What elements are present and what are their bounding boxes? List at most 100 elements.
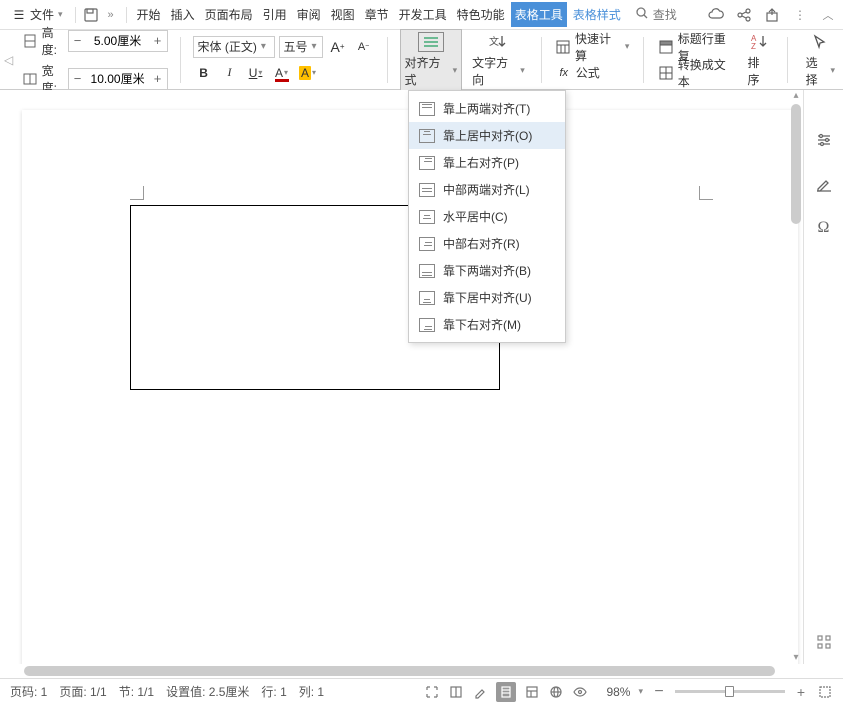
align-button[interactable]: 对齐方式▾: [400, 29, 463, 91]
save-icon[interactable]: [82, 6, 100, 24]
status-setting[interactable]: 设置值: 2.5厘米: [166, 683, 249, 700]
tab-pagelayout[interactable]: 页面布局: [201, 2, 257, 27]
align-bot-center[interactable]: 靠下居中对齐(U): [409, 284, 565, 311]
scroll-down-icon[interactable]: ▾: [791, 652, 801, 664]
cloud-icon[interactable]: [707, 6, 725, 24]
chevron-down-icon: ▾: [831, 65, 836, 76]
scroll-thumb-h[interactable]: [24, 666, 775, 676]
apps-icon[interactable]: [814, 632, 834, 652]
pencil-icon[interactable]: [814, 174, 834, 194]
chevron-down-icon: ▾: [520, 65, 525, 76]
status-pageno[interactable]: 页码: 1: [10, 683, 47, 700]
tab-insert[interactable]: 插入: [167, 2, 199, 27]
omega-icon[interactable]: Ω: [814, 218, 834, 238]
export-icon[interactable]: [763, 6, 781, 24]
chevron-up-icon[interactable]: ︿: [819, 6, 837, 24]
tab-view[interactable]: 视图: [327, 2, 359, 27]
readmode-icon[interactable]: [448, 684, 464, 700]
file-menu[interactable]: ☰ 文件 ▾: [6, 4, 69, 25]
web-icon[interactable]: [548, 684, 564, 700]
height-plus[interactable]: +: [149, 31, 167, 51]
outline-icon[interactable]: [524, 684, 540, 700]
header-repeat-button[interactable]: 标题行重复: [656, 36, 737, 58]
align-mid-center[interactable]: 水平居中(C): [409, 203, 565, 230]
pageview-icon[interactable]: [496, 682, 516, 702]
separator: [643, 37, 644, 83]
height-input[interactable]: [87, 34, 149, 48]
zoom-value[interactable]: 98%: [606, 685, 630, 699]
zoom-in-icon[interactable]: +: [793, 684, 809, 700]
font-name-combo[interactable]: 宋体 (正文)▾: [193, 36, 275, 58]
tab-reference[interactable]: 引用: [259, 2, 291, 27]
convert-text-button[interactable]: 转换成文本: [656, 62, 737, 84]
kebab-icon[interactable]: ⋮: [791, 6, 809, 24]
height-spinner[interactable]: − +: [68, 30, 168, 52]
fit-icon[interactable]: [817, 684, 833, 700]
tab-special[interactable]: 特色功能: [453, 2, 509, 27]
horizontal-scrollbar[interactable]: [10, 664, 789, 678]
zoom-thumb[interactable]: [725, 686, 734, 697]
zoom-out-icon[interactable]: −: [651, 684, 667, 700]
chevron-down-icon: ▾: [58, 9, 63, 20]
align-top-right[interactable]: 靠上右对齐(P): [409, 149, 565, 176]
tab-review[interactable]: 审阅: [293, 2, 325, 27]
bold-button[interactable]: B: [193, 62, 215, 84]
status-left: 页码: 1 页面: 1/1 节: 1/1 设置值: 2.5厘米 行: 1 列: …: [10, 683, 324, 700]
align-mid-justify[interactable]: 中部两端对齐(L): [409, 176, 565, 203]
tab-chapter[interactable]: 章节: [361, 2, 393, 27]
highlight-button[interactable]: A▾: [297, 62, 319, 84]
status-page[interactable]: 页面: 1/1: [59, 683, 106, 700]
eye-icon[interactable]: [572, 684, 588, 700]
chevron-down-icon[interactable]: ▾: [638, 686, 643, 697]
more-icon[interactable]: »: [102, 6, 120, 24]
height-minus[interactable]: −: [69, 31, 87, 51]
width-minus[interactable]: −: [69, 69, 87, 89]
edit-icon[interactable]: [472, 684, 488, 700]
scroll-up-icon[interactable]: ▴: [791, 90, 801, 102]
align-top-center[interactable]: 靠上居中对齐(O): [409, 122, 565, 149]
share-icon[interactable]: [735, 6, 753, 24]
cursor-button[interactable]: 选择▾: [802, 30, 839, 90]
font-name: 宋体 (正文): [198, 38, 257, 55]
textdir-button[interactable]: 文 文字方向▾: [468, 30, 529, 90]
vertical-scrollbar[interactable]: ▴ ▾: [789, 90, 803, 664]
align-bot-justify[interactable]: 靠下两端对齐(B): [409, 257, 565, 284]
width-spinner[interactable]: − +: [68, 68, 168, 90]
dd-label: 水平居中(C): [443, 208, 508, 225]
search-button[interactable]: 查找: [635, 6, 677, 23]
width-icon: [22, 71, 38, 87]
align-icon: [419, 156, 435, 170]
align-mid-right[interactable]: 中部右对齐(R): [409, 230, 565, 257]
align-icon: [419, 102, 435, 116]
font-size-combo[interactable]: 五号▾: [279, 36, 323, 58]
align-bot-right[interactable]: 靠下右对齐(M): [409, 311, 565, 338]
ribbon-collapse[interactable]: ◁: [4, 40, 16, 80]
quickcalc-label: 快速计算: [575, 30, 621, 64]
align-top-justify[interactable]: 靠上两端对齐(T): [409, 95, 565, 122]
font-color-button[interactable]: A▾: [271, 62, 293, 84]
tab-devtools[interactable]: 开发工具: [395, 2, 451, 27]
status-col[interactable]: 列: 1: [299, 683, 324, 700]
status-section[interactable]: 节: 1/1: [119, 683, 154, 700]
separator: [787, 37, 788, 83]
zoom-slider[interactable]: [675, 690, 785, 693]
fullwidth-icon[interactable]: [424, 684, 440, 700]
shrink-font-button[interactable]: A−: [353, 36, 375, 58]
underline-button[interactable]: U▾: [245, 62, 267, 84]
grow-font-button[interactable]: A+: [327, 36, 349, 58]
align-icon: [419, 318, 435, 332]
tab-tabletools[interactable]: 表格工具: [511, 2, 567, 27]
width-plus[interactable]: +: [149, 69, 167, 89]
italic-button[interactable]: I: [219, 62, 241, 84]
scroll-thumb[interactable]: [791, 104, 801, 224]
align-icon: [418, 32, 444, 52]
separator: [541, 37, 542, 83]
tab-tablestyle[interactable]: 表格样式: [569, 2, 625, 27]
formula-button[interactable]: fx公式: [554, 62, 632, 84]
settings-icon[interactable]: [814, 130, 834, 150]
width-input[interactable]: [87, 72, 149, 86]
sort-button[interactable]: AZ 排序: [743, 30, 774, 90]
quickcalc-button[interactable]: 快速计算▾: [554, 36, 632, 58]
status-row[interactable]: 行: 1: [261, 683, 286, 700]
dd-label: 靠上两端对齐(T): [443, 100, 530, 117]
